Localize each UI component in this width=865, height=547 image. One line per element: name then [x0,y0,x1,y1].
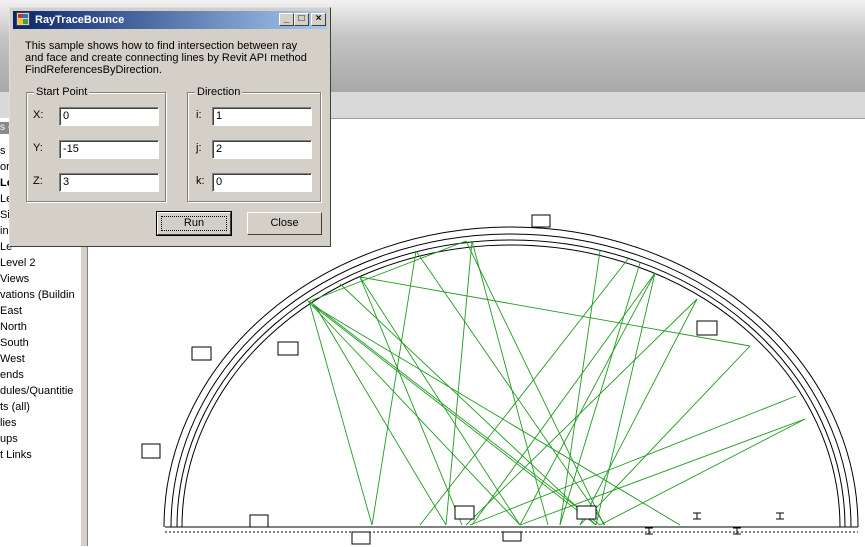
tree-item[interactable]: East [0,304,22,318]
start-point-legend: Start Point [34,86,90,98]
dialog-titlebar[interactable]: RayTraceBounce _ □ × [13,11,327,29]
ray-segment [465,240,605,526]
close-button-label: Close [270,217,299,229]
tree-item[interactable]: Level 2 [0,256,35,270]
room-tag-box [696,320,718,336]
raytrace-dialog[interactable]: RayTraceBounce _ □ × This sample shows h… [9,7,331,247]
dome-walls [163,214,859,545]
tree-item[interactable]: t Links [0,448,32,462]
x-label: X: [33,109,44,121]
tree-item[interactable]: North [0,320,27,334]
dome-wall-arc [170,233,852,528]
minimize-button[interactable]: _ [279,13,294,26]
tree-item[interactable]: ends [0,368,24,382]
direction-group: Direction i: 1 j: 2 k: 0 [187,86,321,202]
description-line: and face and create connecting lines by … [25,52,307,64]
description-line: This sample shows how to find intersecti… [25,40,298,52]
ray-segment [419,258,629,526]
dialog-title: RayTraceBounce [35,14,125,26]
dome-wall-arc [163,226,859,528]
ray-segment [359,276,463,526]
ray-segment [371,250,417,526]
plan-fixtures [141,320,784,535]
direction-legend: Direction [195,86,243,98]
tree-item[interactable]: ts (all) [0,400,30,414]
y-field[interactable]: -15 [59,140,159,159]
wall-notch [351,531,371,545]
j-field[interactable]: 2 [212,140,312,159]
ray-segment [579,345,751,526]
x-field[interactable]: 0 [59,107,159,126]
app-icon [16,12,30,26]
ray-segment [559,250,601,526]
z-label: Z: [33,175,43,187]
i-label: i: [196,109,202,121]
maximize-icon: □ [298,13,305,24]
ray-trace-lines [305,240,806,526]
wall-notch [502,531,522,542]
room-tag-box [141,443,161,459]
k-field[interactable]: 0 [212,173,312,192]
z-field[interactable]: 3 [59,173,159,192]
ray-segment [339,283,597,526]
description-line: FindReferencesByDirection. [25,64,162,76]
run-button[interactable]: Run [156,211,232,236]
wall-notch [531,214,551,228]
y-label: Y: [33,142,43,154]
room-tag-box [576,505,597,520]
j-label: j: [196,142,202,154]
ray-segment [308,300,373,526]
i-field[interactable]: 1 [212,107,312,126]
room-tag-box [277,341,299,356]
start-point-group: Start Point X: 0 Y: -15 Z: 3 [26,86,166,202]
ray-segment [359,276,521,526]
room-tag-box [191,346,212,361]
ray-segment [305,298,521,526]
dome-wall-arc [176,239,846,528]
ray-segment [315,306,447,526]
maximize-button[interactable]: □ [294,13,309,26]
room-tag-box [454,505,475,520]
focus-rect [161,216,227,231]
close-window-button[interactable]: × [311,13,326,26]
ray-segment [579,298,698,526]
minimize-icon: _ [283,13,290,24]
ray-segment [445,240,473,526]
close-icon: × [315,13,322,24]
ray-segment [359,276,751,347]
ray-segment [308,300,601,526]
tree-item[interactable]: dules/Quantitie [0,384,73,398]
tree-item[interactable]: South [0,336,29,350]
dialog-description: This sample shows how to find intersecti… [25,40,325,76]
wall-notch [249,514,269,528]
tree-item[interactable]: lies [0,416,17,430]
tree-item[interactable]: vations (Buildin [0,288,75,302]
close-button[interactable]: Close [247,212,322,235]
tree-item[interactable]: West [0,352,25,366]
k-label: k: [196,175,205,187]
tree-item[interactable]: ups [0,432,18,446]
tree-item[interactable]: Views [0,272,29,286]
